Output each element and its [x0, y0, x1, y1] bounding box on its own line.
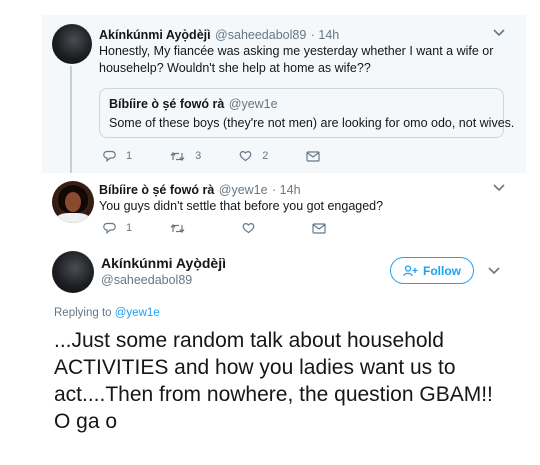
follow-label: Follow [423, 263, 461, 278]
tweet-text: You guys didn't settle that before you g… [99, 199, 384, 213]
tweet-time[interactable]: · 14h [311, 28, 340, 42]
tweet-header: Akínkúnmi Ayọ̀dèjì @saheedabol89 · 14h [99, 26, 339, 44]
reply-count: 1 [126, 150, 133, 162]
reply-count: 1 [126, 222, 133, 234]
add-user-icon [403, 264, 418, 276]
main-tweet-text: ...Just some random talk about household… [54, 329, 493, 433]
quote-author-name: Bíbíire ò ṣé fowó rà [109, 97, 225, 111]
replying-to: Replying to @yew1e [54, 307, 160, 319]
tweet-actions: 1 3 2 [103, 150, 368, 162]
tweet-time[interactable]: · 14h [272, 183, 301, 197]
like-button[interactable]: 2 [239, 150, 268, 162]
retweet-icon [170, 151, 185, 161]
mail-icon [312, 222, 326, 234]
dm-button[interactable] [306, 150, 330, 162]
quote-author-handle: @yew1e [228, 97, 278, 111]
chevron-down-icon[interactable] [492, 183, 506, 193]
quote-header: Bíbíire ò ṣé fowó rà @yew1e [109, 95, 278, 113]
follow-button[interactable]: Follow [390, 257, 474, 284]
like-button[interactable] [242, 222, 265, 234]
chevron-down-icon[interactable] [492, 28, 506, 38]
dm-button[interactable] [312, 222, 336, 234]
heart-icon [239, 151, 252, 162]
retweet-button[interactable] [170, 223, 195, 234]
replying-prefix: Replying to [54, 307, 112, 319]
heart-icon [242, 223, 255, 234]
reply-icon [103, 150, 116, 162]
author-name[interactable]: Akínkúnmi Ayọ̀dèjì [99, 28, 211, 42]
avatar[interactable] [52, 24, 92, 64]
retweet-icon [170, 223, 185, 233]
quoted-tweet[interactable]: Bíbíire ò ṣé fowó rà @yew1e Some of thes… [99, 88, 515, 138]
mail-icon [306, 150, 320, 162]
author-name[interactable]: Bíbíire ò ṣé fowó rà [99, 183, 214, 197]
author-handle[interactable]: @saheedabol89 [215, 28, 306, 42]
retweet-button[interactable]: 3 [170, 150, 201, 162]
author-handle[interactable]: @saheedabol89 [101, 273, 192, 287]
avatar[interactable] [52, 251, 94, 293]
thread-line [70, 66, 72, 174]
author-handle[interactable]: @yew1e [219, 183, 268, 197]
retweet-count: 3 [195, 150, 202, 162]
replying-to-link[interactable]: @yew1e [115, 307, 160, 319]
chevron-down-icon[interactable] [487, 266, 501, 276]
reply-button[interactable]: 1 [103, 222, 132, 234]
like-count: 2 [262, 150, 269, 162]
avatar[interactable] [52, 181, 94, 223]
tweet-text: Honestly, My fiancée was asking me yeste… [99, 44, 494, 75]
quote-text: Some of these boys (they're not men) are… [109, 116, 515, 130]
reply-button[interactable]: 1 [103, 150, 132, 162]
tweet-header: Bíbíire ò ṣé fowó rà @yew1e · 14h [99, 181, 301, 199]
tweet-actions: 1 [103, 222, 374, 234]
reply-icon [103, 222, 116, 234]
author-name[interactable]: Akínkúnmi Ayọ̀dèjì [101, 255, 226, 271]
